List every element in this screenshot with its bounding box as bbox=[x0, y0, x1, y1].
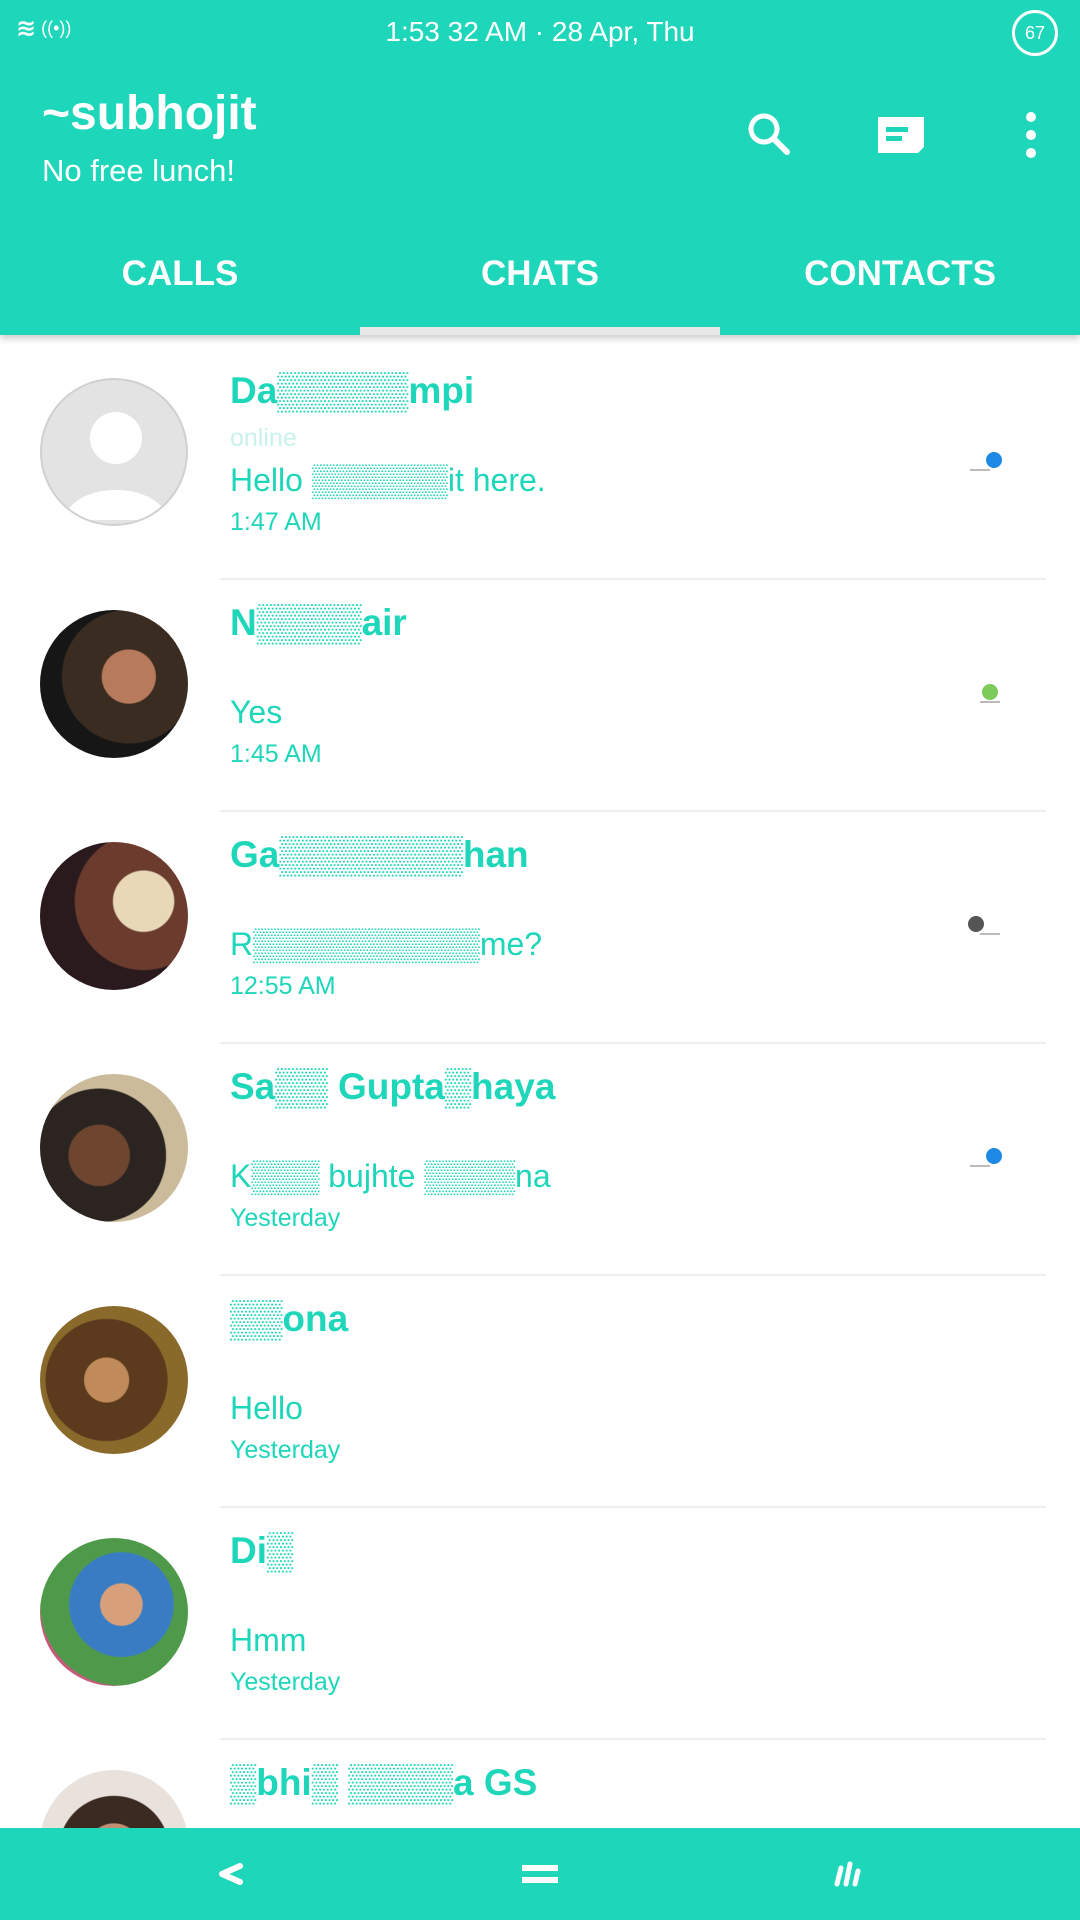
chat-row[interactable]: ▒▒ona Hello Yesterday bbox=[0, 1276, 1080, 1508]
message-time: Yesterday bbox=[230, 1436, 341, 1464]
chat-row[interactable]: Ga▒▒▒▒▒▒▒han R▒▒▒▒▒▒▒▒▒▒me? 12:55 AM bbox=[0, 812, 1080, 1044]
chat-row[interactable]: N▒▒▒▒air Yes 1:45 AM bbox=[0, 580, 1080, 812]
avatar bbox=[40, 1074, 188, 1222]
avatar bbox=[40, 842, 188, 990]
chat-row[interactable]: Da▒▒▒▒▒mpi online Hello ▒▒▒▒▒▒it here. 1… bbox=[0, 348, 1080, 580]
avatar bbox=[40, 1538, 188, 1686]
chat-list: Da▒▒▒▒▒mpi online Hello ▒▒▒▒▒▒it here. 1… bbox=[0, 348, 1080, 1920]
chat-row[interactable]: Sa▒▒ Gupta▒haya K▒▒▒ bujhte ▒▒▒▒na Yeste… bbox=[0, 1044, 1080, 1276]
chat-name: N▒▒▒▒air bbox=[230, 602, 407, 643]
message-time: Yesterday bbox=[230, 1668, 341, 1696]
last-message: Hello bbox=[230, 1390, 303, 1426]
last-message: R▒▒▒▒▒▒▒▒▒▒me? bbox=[230, 926, 543, 962]
default-avatar-icon bbox=[40, 378, 188, 526]
chat-name: Sa▒▒ Gupta▒haya bbox=[230, 1066, 556, 1107]
profile-status: No free lunch! bbox=[42, 153, 235, 188]
avatar bbox=[40, 610, 188, 758]
message-time: Yesterday bbox=[230, 1204, 341, 1232]
status-dot-icon bbox=[966, 448, 1006, 476]
home-icon[interactable] bbox=[510, 1844, 570, 1904]
chat-name: ▒▒ona bbox=[230, 1298, 349, 1339]
compose-icon[interactable] bbox=[866, 100, 936, 170]
chat-name: ▒bhi▒ ▒▒▒▒a GS bbox=[230, 1762, 538, 1803]
chat-name: Di▒ bbox=[230, 1530, 294, 1571]
online-status: online bbox=[230, 424, 297, 452]
tab-calls[interactable]: CALLS bbox=[0, 226, 360, 335]
battery-indicator: 67 bbox=[1012, 10, 1058, 56]
message-time: 1:47 AM bbox=[230, 508, 322, 536]
more-vert-icon[interactable] bbox=[996, 100, 1066, 170]
status-dot-icon bbox=[966, 680, 1006, 708]
chat-row[interactable]: Di▒ Hmm Yesterday bbox=[0, 1508, 1080, 1740]
search-icon[interactable] bbox=[734, 100, 804, 170]
back-icon[interactable] bbox=[200, 1844, 260, 1904]
chat-name: Ga▒▒▒▒▒▒▒han bbox=[230, 834, 529, 875]
tab-chats[interactable]: CHATS bbox=[360, 226, 720, 335]
tab-bar: CALLS CHATS CONTACTS bbox=[0, 226, 1080, 335]
last-message: Yes bbox=[230, 694, 283, 730]
profile-name[interactable]: ~subhojit bbox=[42, 86, 257, 141]
app-header: ≋ ((•)) 1:53 32 AM · 28 Apr, Thu 67 ~sub… bbox=[0, 0, 1080, 335]
status-bar: ≋ ((•)) 1:53 32 AM · 28 Apr, Thu 67 bbox=[0, 0, 1080, 64]
message-time: 1:45 AM bbox=[230, 740, 322, 768]
status-dot-icon bbox=[966, 1144, 1006, 1172]
recents-icon[interactable] bbox=[815, 1844, 875, 1904]
last-message: K▒▒▒ bujhte ▒▒▒▒na bbox=[230, 1158, 551, 1194]
status-dot-icon bbox=[966, 912, 1006, 940]
status-time: 1:53 32 AM · 28 Apr, Thu bbox=[385, 16, 695, 47]
tab-contacts[interactable]: CONTACTS bbox=[720, 226, 1080, 335]
avatar bbox=[40, 1306, 188, 1454]
chat-name: Da▒▒▒▒▒mpi bbox=[230, 370, 475, 411]
last-message: Hmm bbox=[230, 1622, 307, 1658]
message-time: 12:55 AM bbox=[230, 972, 336, 1000]
last-message: Hello ▒▒▒▒▒▒it here. bbox=[230, 462, 546, 498]
navigation-bar bbox=[0, 1828, 1080, 1920]
